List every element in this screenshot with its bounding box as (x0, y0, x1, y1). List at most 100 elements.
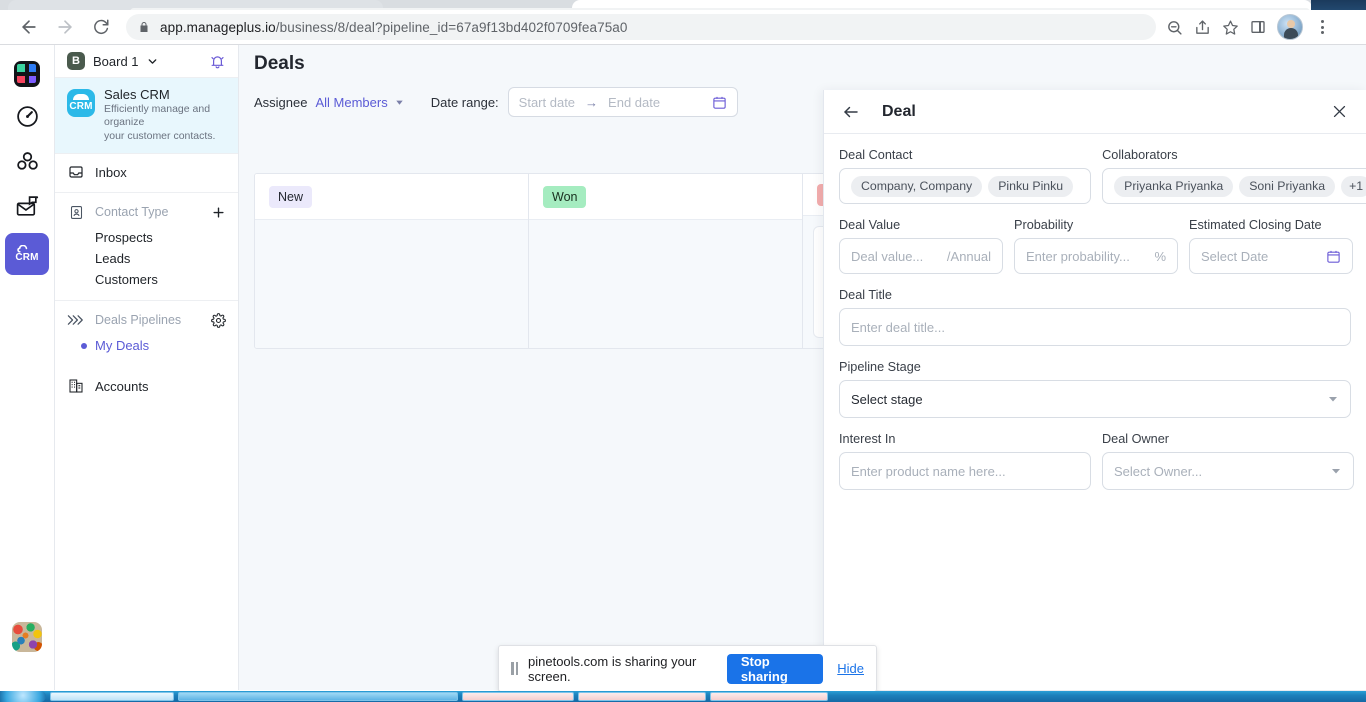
kanban-column-body[interactable] (529, 219, 802, 348)
field-probability: Probability Enter probability... % (1014, 218, 1178, 274)
sidebar-group-contact-type[interactable]: Contact Type (55, 197, 238, 227)
back-arrow-icon[interactable] (842, 103, 860, 121)
pause-icon[interactable] (511, 662, 518, 675)
collaborator-chip[interactable]: Priyanka Priyanka (1114, 175, 1234, 197)
sidebar-item-leads[interactable]: Leads (55, 248, 238, 269)
pipeline-stage-select[interactable]: Select stage (839, 380, 1351, 418)
form-row-contacts: Deal Contact Company, Company Pinku Pink… (839, 148, 1366, 218)
deal-panel-header: Deal (824, 90, 1366, 134)
icon-rail: CRM (0, 45, 55, 690)
url-text: app.manageplus.io/business/8/deal?pipeli… (160, 19, 628, 35)
rail-item-dashboard[interactable] (5, 98, 49, 140)
window-controls[interactable] (1311, 0, 1366, 10)
rail-item-teams[interactable] (5, 143, 49, 185)
reload-icon[interactable] (86, 12, 116, 42)
notification-bell-icon[interactable] (209, 53, 226, 70)
sidebar-group-deals-pipelines[interactable]: Deals Pipelines (55, 305, 238, 335)
status-badge: New (269, 185, 313, 208)
share-icon[interactable] (1188, 13, 1216, 41)
app-logo-icon (14, 61, 40, 87)
sidebar-item-accounts[interactable]: Accounts (55, 368, 238, 404)
start-button[interactable] (0, 691, 46, 702)
kanban-column-body[interactable] (255, 219, 528, 348)
contact-card-icon (67, 205, 85, 220)
sidebar-item-my-deals-label: My Deals (95, 338, 150, 353)
field-pipeline-stage: Pipeline Stage Select stage (839, 360, 1351, 418)
field-collaborators: Collaborators Priyanka Priyanka Soni Pri… (1102, 148, 1366, 204)
date-range-label: Date range: (430, 94, 499, 110)
address-bar[interactable]: app.manageplus.io/business/8/deal?pipeli… (126, 14, 1156, 40)
deal-owner-select[interactable]: Select Owner... (1102, 452, 1354, 490)
closing-date-input[interactable]: Select Date (1189, 238, 1353, 274)
sidebar-item-sales-crm[interactable]: CRM Sales CRM Efficiently manage and org… (55, 78, 238, 154)
deal-title-input[interactable]: Enter deal title... (839, 308, 1351, 346)
forward-arrow-icon[interactable] (50, 12, 80, 42)
deal-owner-label: Deal Owner (1102, 432, 1169, 446)
sidebar-item-inbox[interactable]: Inbox (55, 154, 238, 190)
deal-value-input[interactable]: Deal value... /Annual (839, 238, 1003, 274)
gear-icon[interactable] (211, 312, 226, 328)
rail-item-app-logo[interactable] (5, 53, 49, 95)
calendar-icon[interactable] (712, 95, 727, 110)
taskbar-item[interactable] (462, 692, 574, 701)
side-panel-icon[interactable] (1244, 13, 1272, 41)
deal-owner-value: Select Owner... (1114, 463, 1203, 479)
deal-panel-title: Deal (882, 102, 916, 120)
sidebar-item-inbox-label: Inbox (95, 164, 127, 180)
lock-icon (138, 20, 150, 34)
range-arrow-icon: → (585, 94, 599, 110)
collaborator-chip[interactable]: Soni Priyanka (1239, 175, 1336, 197)
end-date-placeholder: End date (608, 94, 661, 110)
taskbar-item[interactable] (50, 692, 174, 701)
stop-sharing-button[interactable]: Stop sharing (726, 653, 824, 684)
sidebar-group-deals-pipelines-label: Deals Pipelines (95, 313, 182, 327)
contact-chip[interactable]: Company, Company (851, 175, 983, 197)
close-icon[interactable] (1331, 103, 1348, 120)
form-row-value: Deal Value Deal value... /Annual Probabi… (839, 218, 1353, 288)
board-selector[interactable]: B Board 1 (55, 45, 238, 78)
user-avatar[interactable] (12, 622, 42, 652)
interest-in-input[interactable]: Enter product name here... (839, 452, 1091, 490)
pipeline-icon (67, 313, 85, 327)
zoom-out-icon[interactable] (1160, 13, 1188, 41)
rail-item-campaigns[interactable] (5, 188, 49, 230)
date-range-input[interactable]: Start date → End date (507, 87, 738, 117)
field-deal-owner: Deal Owner Select Owner... (1102, 432, 1354, 490)
taskbar-item[interactable] (178, 692, 458, 701)
deal-value-suffix: /Annual (946, 248, 991, 264)
deal-form: Deal Contact Company, Company Pinku Pink… (824, 134, 1366, 690)
rail-item-crm[interactable]: CRM (5, 233, 49, 275)
chevron-down-icon[interactable] (146, 55, 159, 68)
probability-input[interactable]: Enter probability... % (1014, 238, 1178, 274)
kanban-column-header: New (255, 174, 528, 219)
page-title: Deals (254, 53, 305, 74)
speedometer-icon (15, 104, 40, 134)
deal-panel: Deal Deal Contact Company, Company Pinku… (823, 90, 1366, 702)
sales-crm-subtitle-1: Efficiently manage and organize (104, 103, 211, 128)
active-dot-icon (81, 342, 87, 349)
deal-contact-input[interactable]: Company, Company Pinku Pinku (839, 168, 1092, 204)
kebab-menu-icon[interactable] (1308, 13, 1336, 41)
field-deal-title: Deal Title Enter deal title... (839, 288, 1351, 346)
chevron-down-icon[interactable] (394, 97, 405, 108)
chevron-down-icon[interactable] (1330, 465, 1342, 477)
chevron-down-icon[interactable] (1327, 393, 1339, 405)
plus-icon[interactable] (211, 205, 226, 220)
sidebar-item-prospects[interactable]: Prospects (55, 227, 238, 248)
sidebar-divider-2 (55, 300, 238, 301)
profile-avatar-icon[interactable] (1277, 14, 1303, 40)
star-icon[interactable] (1216, 13, 1244, 41)
hide-link[interactable]: Hide (837, 661, 864, 676)
toolbar-actions (1160, 13, 1342, 41)
collaborators-input[interactable]: Priyanka Priyanka Soni Priyanka +1 (1102, 168, 1366, 204)
assignee-value[interactable]: All Members (315, 95, 387, 110)
collaborator-overflow-chip[interactable]: +1 (1341, 175, 1366, 197)
taskbar-item[interactable] (578, 692, 706, 701)
taskbar-item[interactable] (710, 692, 828, 701)
contact-chip[interactable]: Pinku Pinku (988, 175, 1074, 197)
os-taskbar (0, 691, 1366, 702)
sidebar-item-customers[interactable]: Customers (55, 269, 238, 290)
sidebar-item-my-deals[interactable]: My Deals (55, 335, 238, 356)
calendar-icon[interactable] (1326, 249, 1341, 264)
back-arrow-icon[interactable] (14, 12, 44, 42)
